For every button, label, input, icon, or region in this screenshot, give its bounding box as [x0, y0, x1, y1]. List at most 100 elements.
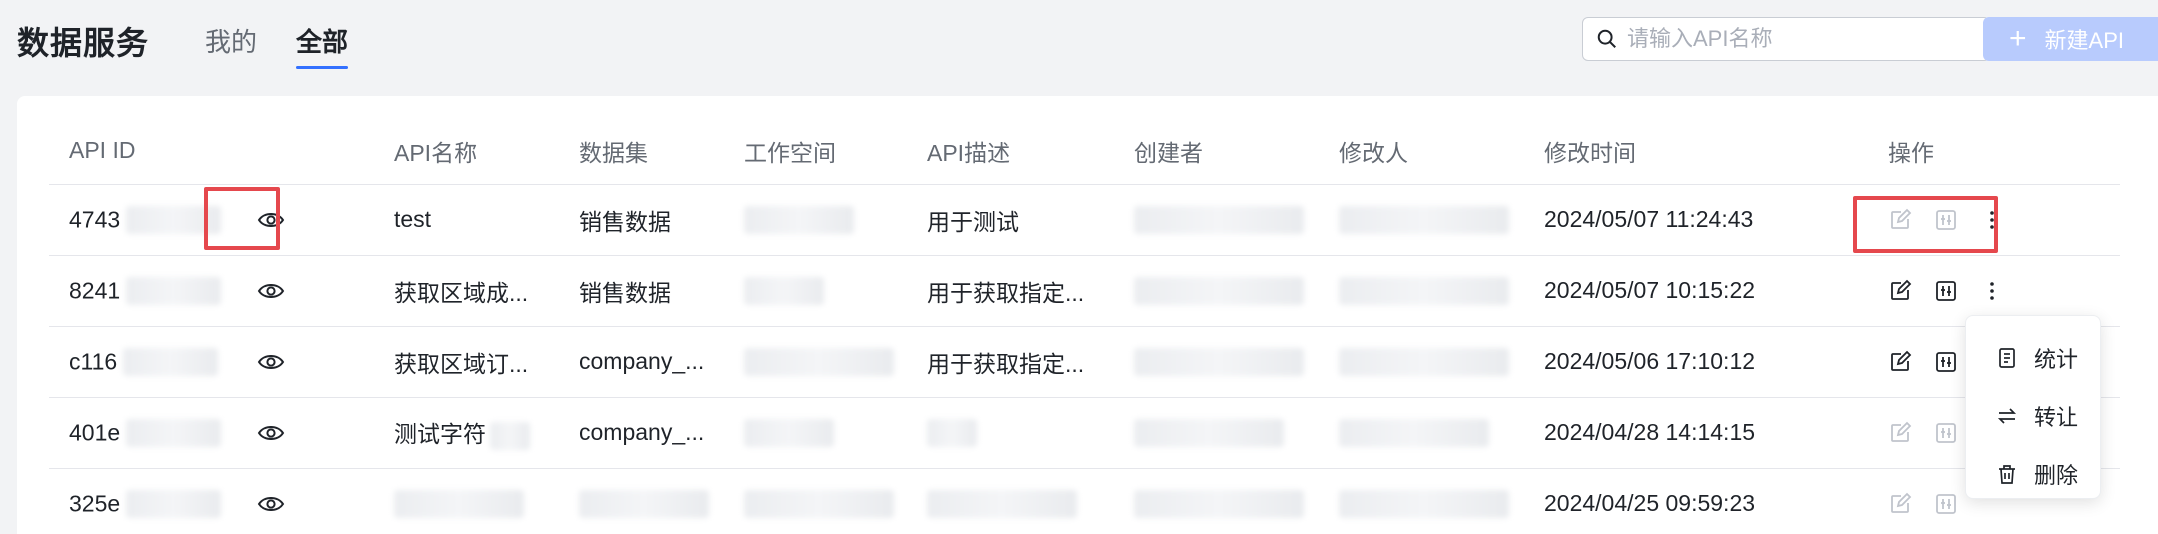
redacted-creator: [1134, 276, 1304, 305]
modifier-cell: [1319, 184, 1524, 256]
api-name-cell[interactable]: [374, 468, 559, 534]
eye-icon[interactable]: [257, 420, 285, 446]
search-box[interactable]: [1582, 17, 1990, 61]
eye-icon[interactable]: [257, 278, 285, 304]
modifier-cell: [1319, 326, 1524, 398]
col-header-creator: 创建者: [1114, 118, 1319, 185]
col-header-workspace: 工作空间: [724, 118, 907, 185]
redacted-creator: [1134, 205, 1304, 234]
page-header: 数据服务 我的 全部 + 新建API: [0, 0, 2158, 96]
test-api-icon[interactable]: [1934, 421, 1958, 445]
report-icon: [1999, 348, 2015, 368]
modifier-cell: [1319, 255, 1524, 327]
redacted-modifier: [1339, 347, 1509, 376]
modified-time-cell: 2024/05/06 17:10:12: [1524, 326, 1868, 398]
modified-time-cell: 2024/04/25 09:59:23: [1524, 468, 1868, 534]
table-row[interactable]: c116 获取区域订... company_... 用于获取指定... 2024…: [49, 326, 2120, 398]
redacted-id: [126, 489, 222, 518]
col-header-modifier: 修改人: [1319, 118, 1524, 185]
test-api-icon[interactable]: [1934, 350, 1958, 374]
edit-icon[interactable]: [1888, 421, 1912, 445]
menu-item-statistics[interactable]: 统计: [1966, 329, 2102, 387]
tab-all[interactable]: 全部: [296, 22, 348, 59]
col-header-dataset: 数据集: [559, 118, 724, 185]
actions-cell: [1868, 184, 2120, 256]
modifier-cell: [1319, 397, 1524, 469]
creator-cell: [1114, 326, 1319, 398]
api-id-text: c116: [69, 348, 118, 375]
tab-mine[interactable]: 我的: [205, 22, 257, 59]
workspace-cell: [724, 255, 907, 327]
edit-icon[interactable]: [1888, 492, 1912, 516]
creator-cell: [1114, 255, 1319, 327]
search-input[interactable]: [1627, 24, 1977, 54]
redacted-workspace: [744, 276, 824, 305]
api-name-cell[interactable]: 获取区域成...: [374, 255, 559, 327]
api-list-card: API ID API名称 数据集 工作空间 API描述 创建者 修改人 修改时间…: [17, 96, 2158, 534]
redacted-workspace: [744, 489, 894, 518]
redacted-dataset: [579, 489, 709, 518]
redacted-workspace: [744, 205, 854, 234]
redacted-modifier: [1339, 205, 1509, 234]
api-name-cell[interactable]: 获取区域订...: [374, 326, 559, 398]
redacted-id: [126, 205, 222, 234]
redacted-creator: [1134, 347, 1304, 376]
edit-icon[interactable]: [1888, 350, 1912, 374]
active-tab-indicator: [296, 66, 348, 69]
menu-item-transfer[interactable]: 转让: [1966, 387, 2102, 445]
edit-icon[interactable]: [1888, 208, 1912, 232]
redacted-workspace: [744, 418, 834, 447]
redacted-description: [927, 418, 977, 447]
eye-icon[interactable]: [257, 207, 285, 233]
eye-icon[interactable]: [257, 491, 285, 517]
modified-time-cell: 2024/04/28 14:14:15: [1524, 397, 1868, 469]
page-title: 数据服务: [17, 25, 150, 61]
modifier-cell: [1319, 468, 1524, 534]
test-api-icon[interactable]: [1934, 208, 1958, 232]
api-id-cell: 4743: [49, 184, 374, 256]
dataset-cell: company_...: [559, 326, 724, 398]
api-id-text: 8241: [69, 277, 121, 304]
plus-icon: +: [2009, 22, 2027, 55]
more-options-icon[interactable]: [1980, 208, 2004, 232]
col-header-modified-time: 修改时间: [1524, 118, 1868, 185]
api-name-cell[interactable]: 测试字符: [374, 397, 559, 469]
dataset-cell: 销售数据: [559, 255, 724, 327]
menu-item-label: 统计: [2034, 347, 2079, 372]
col-header-description: API描述: [907, 118, 1114, 185]
description-cell: 用于获取指定...: [907, 326, 1114, 398]
creator-cell: [1114, 184, 1319, 256]
dataset-cell: company_...: [559, 397, 724, 469]
redacted-name: [490, 421, 530, 450]
api-id-text: 401e: [69, 419, 121, 446]
creator-cell: [1114, 397, 1319, 469]
menu-item-delete[interactable]: 删除: [1966, 445, 2102, 503]
redacted-workspace: [744, 347, 894, 376]
workspace-cell: [724, 468, 907, 534]
eye-icon[interactable]: [257, 349, 285, 375]
description-cell: 用于获取指定...: [907, 255, 1114, 327]
redacted-creator: [1134, 418, 1284, 447]
new-api-button[interactable]: + 新建API: [1983, 17, 2158, 61]
redacted-id: [123, 347, 219, 376]
workspace-cell: [724, 184, 907, 256]
col-header-api-name: API名称: [374, 118, 559, 185]
api-table: API ID API名称 数据集 工作空间 API描述 创建者 修改人 修改时间…: [49, 118, 2120, 534]
redacted-id: [126, 276, 222, 305]
table-row[interactable]: 401e 测试字符 company_... 2024/04/28 14:14:1…: [49, 397, 2120, 469]
api-id-text: 325e: [69, 490, 121, 517]
test-api-icon[interactable]: [1934, 492, 1958, 516]
edit-icon[interactable]: [1888, 279, 1912, 303]
description-cell: 用于测试: [907, 184, 1114, 256]
search-icon: [1597, 29, 1616, 48]
api-name-cell[interactable]: test: [374, 184, 559, 256]
table-row[interactable]: 325e 2024/04/25 09:59:23: [49, 468, 2120, 534]
more-options-icon[interactable]: [1980, 279, 2004, 303]
table-row[interactable]: 8241 获取区域成... 销售数据 用于获取指定... 2024/05/07 …: [49, 255, 2120, 327]
redacted-description: [927, 489, 1077, 518]
description-cell: [907, 397, 1114, 469]
table-row[interactable]: 4743 test 销售数据 用于测试 2024/05/07 11:24:43: [49, 184, 2120, 256]
test-api-icon[interactable]: [1934, 279, 1958, 303]
redacted-modifier: [1339, 489, 1509, 518]
redacted-creator: [1134, 489, 1304, 518]
